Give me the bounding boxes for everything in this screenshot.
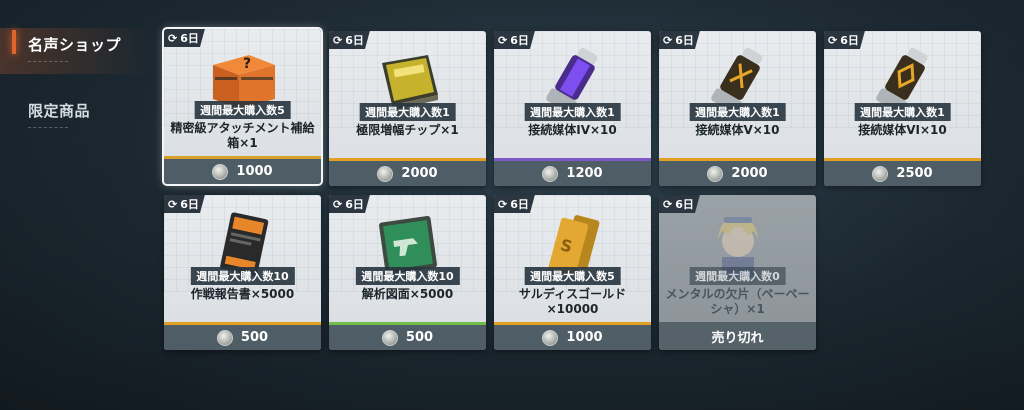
price-bar: 2000 (329, 158, 486, 186)
shop-item-card[interactable]: ⟳ 6日 週間最大購入数10 解析図面×5000 500 (329, 195, 486, 350)
item-name: 極限増幅チップ×1 (356, 123, 459, 137)
sidebar-item-reputation-shop[interactable]: 名声ショップ (0, 28, 150, 74)
refresh-badge: ⟳ 6日 (164, 29, 205, 47)
sidebar-item-limited-items[interactable]: 限定商品 (0, 100, 150, 140)
item-name: サルディスゴールド×10000 (518, 287, 627, 316)
price-bar: 500 (329, 322, 486, 350)
item-price: 2000 (731, 166, 768, 181)
weekly-limit-label: 週間最大購入数10 (190, 267, 295, 285)
shop-item-card[interactable]: ⟳ 6日 S 週間最大購入数5 サルディスゴールド×10000 1000 (494, 195, 651, 350)
coin-icon (212, 163, 229, 180)
price-bar: 500 (164, 322, 321, 350)
weekly-limit-label: 週間最大購入数1 (359, 103, 456, 121)
coin-icon (542, 329, 559, 346)
refresh-badge: ⟳ 6日 (494, 195, 535, 213)
refresh-icon: ⟳ (828, 33, 838, 47)
sidebar-item-label: 限定商品 (28, 102, 91, 120)
svg-text:?: ? (243, 56, 251, 72)
coin-icon (542, 165, 559, 182)
coin-icon (216, 329, 233, 346)
sidebar: 名声ショップ 限定商品 (0, 28, 150, 166)
weekly-limit-label: 週間最大購入数10 (355, 267, 460, 285)
shop-item-card[interactable]: ⟳ 6日 週間最大購入数1 極限増幅チップ×1 2000 (329, 31, 486, 186)
item-name: 接続媒体VI×10 (858, 123, 947, 137)
refresh-badge: ⟳ 6日 (494, 31, 535, 49)
divider (28, 61, 68, 64)
item-price: 500 (405, 330, 434, 345)
price-bar: 2500 (824, 158, 981, 186)
shop-item-card[interactable]: ⟳ 6日 週間最大購入数1 接続媒体VI×10 2500 (824, 31, 981, 186)
item-price: 1000 (566, 330, 603, 345)
divider (28, 127, 68, 130)
refresh-badge: ⟳ 6日 (659, 31, 700, 49)
item-name: 精密級アタッチメント補給箱×1 (170, 121, 315, 150)
shop-item-card[interactable]: ⟳ 6日 週間最大購入数10 作戦報告書×5000 500 (164, 195, 321, 350)
price-bar: 2000 (659, 158, 816, 186)
coin-icon (707, 165, 724, 182)
shop-item-card[interactable]: ⟳ 6日 ? 週間最大購入数5 精密級アタッチメント補給箱×1 1000 (162, 27, 323, 186)
price-bar: 1000 (164, 156, 321, 184)
weekly-limit-label: 週間最大購入数0 (689, 267, 786, 285)
shop-item-card[interactable]: ⟳ 6日 週間最大購入数1 接続媒体IV×10 1200 (494, 31, 651, 186)
sidebar-item-label: 名声ショップ (28, 36, 122, 54)
coin-icon (377, 165, 394, 182)
refresh-badge: ⟳ 6日 (164, 195, 205, 213)
price-bar: 1200 (494, 158, 651, 186)
refresh-icon: ⟳ (498, 197, 508, 211)
coin-icon (872, 165, 889, 182)
item-name: メンタルの欠片（ペーペーシャ）×1 (665, 287, 810, 316)
item-price: 2000 (401, 166, 438, 181)
coin-icon (381, 329, 398, 346)
refresh-icon: ⟳ (663, 33, 673, 47)
item-price: 1200 (566, 166, 603, 181)
shop-item-card-sold-out[interactable]: ⟳ 6日 週間最大購入数0 メンタルの欠片（ペーペーシャ）×1 売り切れ (659, 195, 816, 350)
refresh-badge: ⟳ 6日 (824, 31, 865, 49)
refresh-icon: ⟳ (168, 31, 178, 45)
refresh-badge: ⟳ 6日 (329, 31, 370, 49)
weekly-limit-label: 週間最大購入数5 (524, 267, 621, 285)
price-bar: 1000 (494, 322, 651, 350)
refresh-icon: ⟳ (498, 33, 508, 47)
sold-out-label: 売り切れ (711, 330, 764, 346)
weekly-limit-label: 週間最大購入数1 (689, 103, 786, 121)
item-name: 解析図面×5000 (361, 287, 454, 301)
refresh-badge: ⟳ 6日 (329, 195, 370, 213)
refresh-badge: ⟳ 6日 (659, 195, 700, 213)
weekly-limit-label: 週間最大購入数1 (524, 103, 621, 121)
item-name: 接続媒体V×10 (695, 123, 780, 137)
refresh-icon: ⟳ (333, 33, 343, 47)
item-name: 作戦報告書×5000 (190, 287, 295, 301)
item-price: 1000 (236, 164, 273, 179)
refresh-icon: ⟳ (333, 197, 343, 211)
weekly-limit-label: 週間最大購入数5 (194, 101, 291, 119)
item-price: 500 (240, 330, 269, 345)
item-name: 接続媒体IV×10 (528, 123, 617, 137)
weekly-limit-label: 週間最大購入数1 (854, 103, 951, 121)
sold-out-bar: 売り切れ (659, 322, 816, 350)
shop-item-card[interactable]: ⟳ 6日 週間最大購入数1 接続媒体V×10 2000 (659, 31, 816, 186)
item-price: 2500 (896, 166, 933, 181)
refresh-icon: ⟳ (168, 197, 178, 211)
refresh-icon: ⟳ (663, 197, 673, 211)
